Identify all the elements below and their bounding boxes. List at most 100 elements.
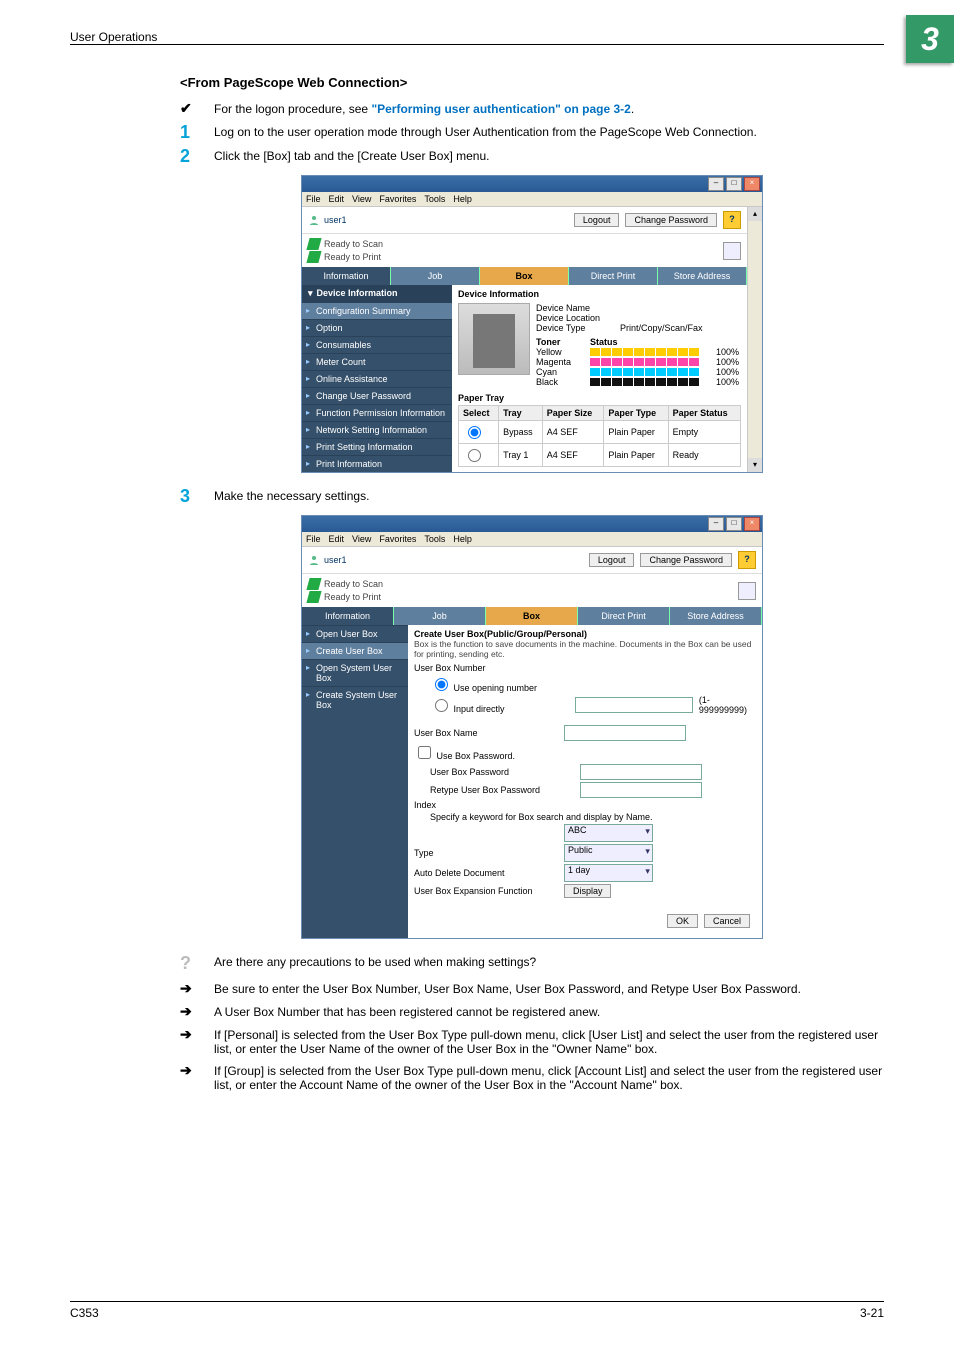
help-icon[interactable]: ? [723,211,741,229]
table-row: Tray 1 A4 SEF Plain Paper Ready [459,444,741,467]
minimize-icon[interactable]: – [708,517,724,531]
change-password-button[interactable]: Change Password [625,213,717,227]
tab-job[interactable]: Job [394,607,486,625]
sidebar-item[interactable]: Online Assistance [302,370,452,387]
toner-row: Yellow100% [536,347,741,357]
tab-information[interactable]: Information [302,607,394,625]
window-titlebar: – □ × [302,176,762,192]
scroll-down-icon[interactable]: ▾ [748,458,762,472]
close-icon[interactable]: × [744,517,760,531]
close-icon[interactable]: × [744,177,760,191]
arrow-icon: ➔ [180,1026,214,1043]
screenshot-window-1: – □ × File Edit View Favorites Tools Hel… [301,175,763,473]
opening-number-radio[interactable] [435,678,448,691]
tray-select-radio[interactable] [468,426,481,439]
menu-favorites[interactable]: Favorites [379,534,416,544]
sidebar-item[interactable]: Network Setting Information [302,421,452,438]
menu-edit[interactable]: Edit [329,194,345,204]
menu-file[interactable]: File [306,534,321,544]
tab-information[interactable]: Information [302,267,391,285]
tray-select-radio[interactable] [468,449,481,462]
range-hint: (1-999999999) [699,695,756,715]
auth-link[interactable]: "Performing user authentication" on page… [371,102,630,116]
maximize-icon[interactable]: □ [726,177,742,191]
auto-delete-select[interactable]: 1 day [564,864,653,882]
label-expansion: User Box Expansion Function [414,886,564,896]
menu-view[interactable]: View [352,194,371,204]
menu-favorites[interactable]: Favorites [379,194,416,204]
answer-text: A User Box Number that has been register… [214,1003,600,1019]
box-password-input[interactable] [580,764,702,780]
step-number-1: 1 [180,123,214,141]
type-select[interactable]: Public [564,844,653,862]
sidebar-item-open-user-box[interactable]: Open User Box [302,625,408,642]
refresh-icon[interactable] [738,582,756,600]
cancel-button[interactable]: Cancel [704,914,750,928]
menu-edit[interactable]: Edit [329,534,345,544]
minimize-icon[interactable]: – [708,177,724,191]
tab-store-address[interactable]: Store Address [670,607,762,625]
tab-box[interactable]: Box [480,267,569,285]
section-heading: <From PageScope Web Connection> [180,75,884,90]
refresh-icon[interactable] [723,242,741,260]
maximize-icon[interactable]: □ [726,517,742,531]
logout-button[interactable]: Logout [574,213,620,227]
step-1-text: Log on to the user operation mode throug… [214,123,757,139]
scan-status-icon [306,578,321,590]
sidebar-item[interactable]: Print Information [302,455,452,472]
arrow-icon: ➔ [180,980,214,997]
sidebar-item[interactable]: Configuration Summary [302,302,452,319]
footer-model: C353 [70,1306,99,1320]
sidebar-item-open-system-box[interactable]: Open System User Box [302,659,408,686]
label-retype-password: Retype User Box Password [414,785,580,795]
browser-menu: File Edit View Favorites Tools Help [302,192,762,207]
menu-view[interactable]: View [352,534,371,544]
help-icon[interactable]: ? [738,551,756,569]
step-3-text: Make the necessary settings. [214,487,369,503]
ok-button[interactable]: OK [667,914,698,928]
menu-tools[interactable]: Tools [424,194,445,204]
sidebar-item[interactable]: Function Permission Information [302,404,452,421]
logout-button[interactable]: Logout [589,553,635,567]
scroll-up-icon[interactable]: ▴ [748,207,762,221]
use-box-password-checkbox[interactable] [418,746,431,759]
tab-direct-print[interactable]: Direct Print [569,267,658,285]
table-row: Bypass A4 SEF Plain Paper Empty [459,421,741,444]
arrow-icon: ➔ [180,1003,214,1020]
menu-help[interactable]: Help [453,534,472,544]
answer-text: If [Personal] is selected from the User … [214,1026,884,1056]
tab-job[interactable]: Job [391,267,480,285]
sidebar-item[interactable]: Change User Password [302,387,452,404]
box-name-input[interactable] [564,725,686,741]
sidebar-item[interactable]: Consumables [302,336,452,353]
logon-note: For the logon procedure, see "Performing… [214,100,634,116]
print-status-icon [306,251,321,263]
tab-direct-print[interactable]: Direct Print [578,607,670,625]
step-number-2: 2 [180,147,214,165]
tab-box[interactable]: Box [486,607,578,625]
retype-password-input[interactable] [580,782,702,798]
sidebar-item[interactable]: Meter Count [302,353,452,370]
sidebar-item-create-user-box[interactable]: Create User Box [302,642,408,659]
menu-tools[interactable]: Tools [424,534,445,544]
scrollbar[interactable]: ▴ ▾ [747,207,762,472]
sidebar-item[interactable]: Option [302,319,452,336]
checkmark-icon: ✔ [180,100,214,117]
sidebar: Open User Box Create User Box Open Syste… [302,625,408,938]
current-user: user1 [308,214,347,226]
menu-help[interactable]: Help [453,194,472,204]
device-status: Ready to Scan Ready to Print [308,578,383,603]
change-password-button[interactable]: Change Password [640,553,732,567]
box-number-input[interactable] [575,697,693,713]
paper-tray-heading: Paper Tray [458,393,741,403]
display-button[interactable]: Display [564,884,612,898]
index-select[interactable]: ABC [564,824,653,842]
label-type: Type [414,848,564,858]
tab-store-address[interactable]: Store Address [658,267,747,285]
sidebar-item-create-system-box[interactable]: Create System User Box [302,686,408,713]
sidebar-item[interactable]: Print Setting Information [302,438,452,455]
answer-text: Be sure to enter the User Box Number, Us… [214,980,801,996]
menu-file[interactable]: File [306,194,321,204]
toner-header: Toner Status [536,337,741,347]
input-directly-radio[interactable] [435,699,448,712]
